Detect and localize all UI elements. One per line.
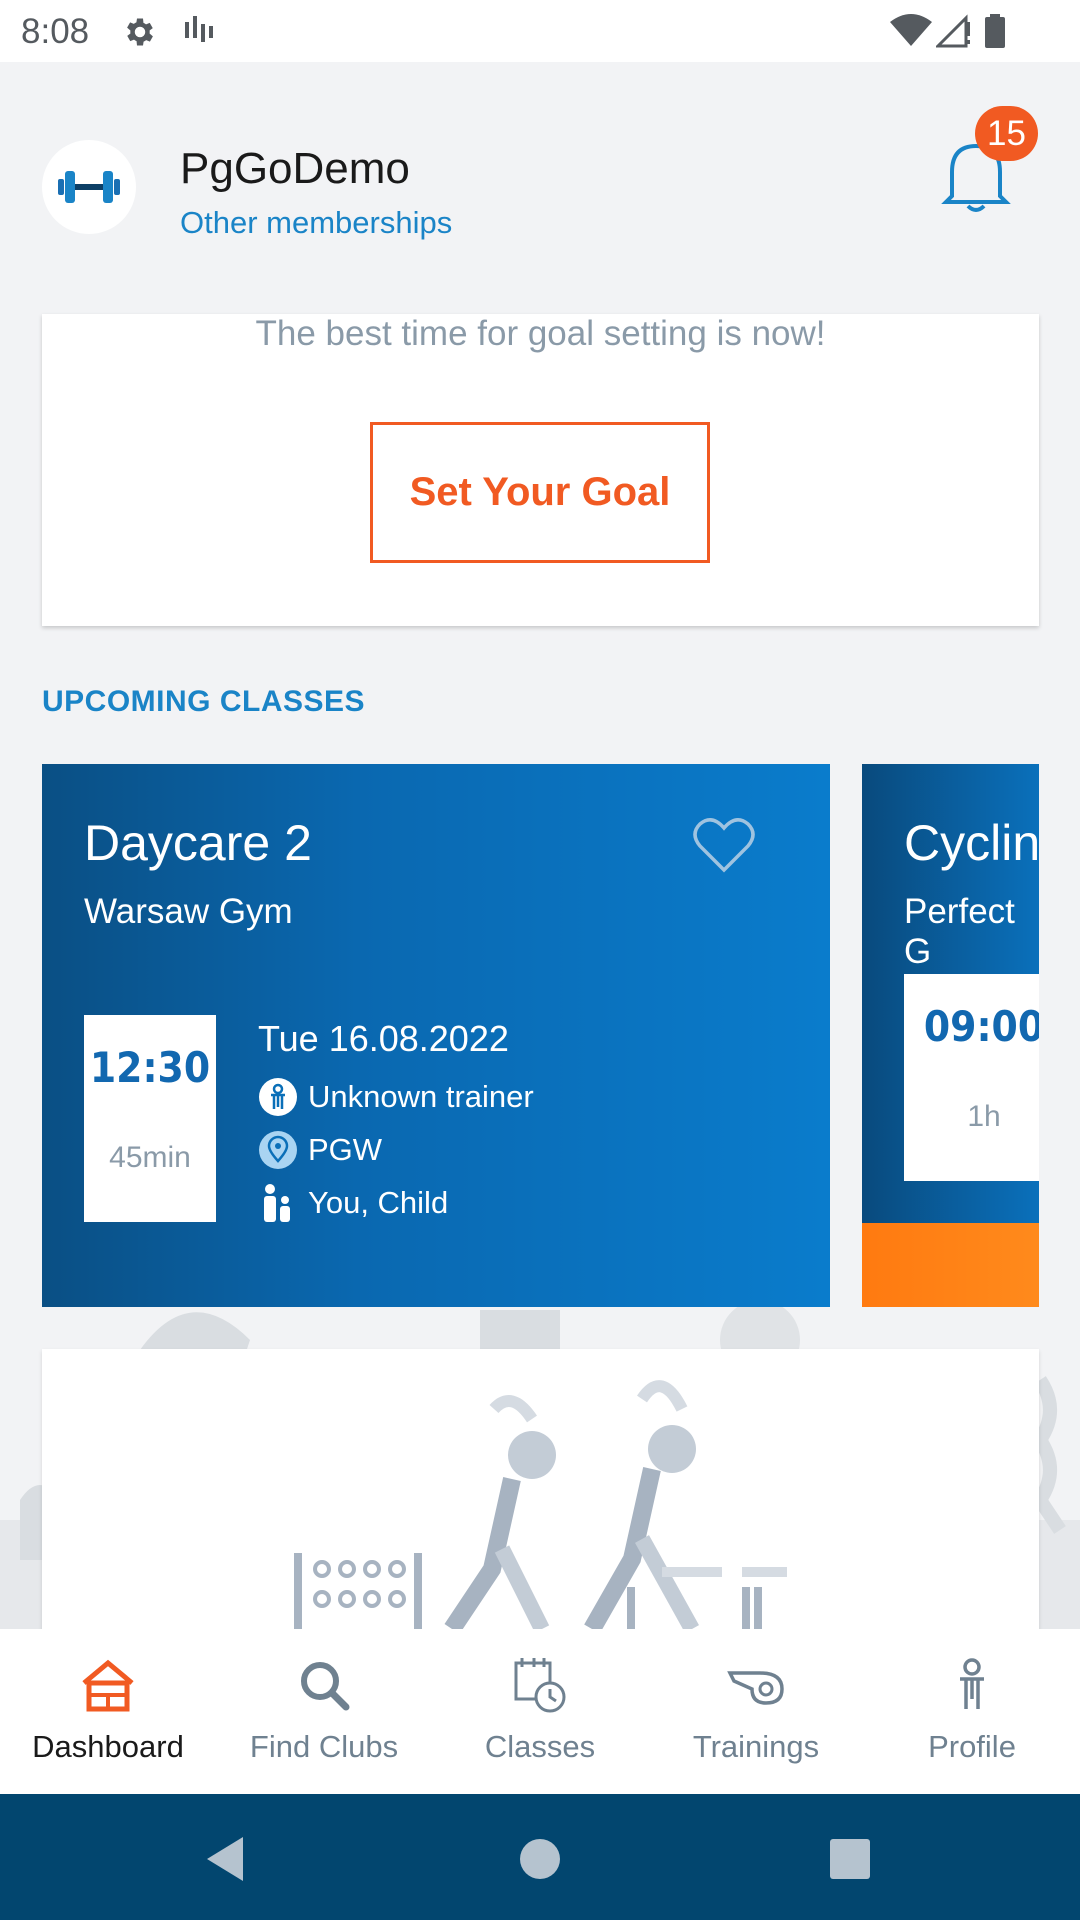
- nav-find-clubs[interactable]: Find Clubs: [216, 1629, 432, 1794]
- notification-badge[interactable]: 15: [975, 106, 1038, 161]
- class-time: 09:00: [923, 1002, 1039, 1051]
- system-navigation-bar: [0, 1794, 1080, 1920]
- dumbbell-icon: [58, 171, 120, 203]
- class-time-box: 09:00 1h: [904, 974, 1039, 1181]
- whistle-icon: [727, 1671, 784, 1705]
- status-bar: 8:08: [0, 0, 1080, 62]
- family-icon: [258, 1183, 298, 1223]
- trainer-name: Unknown trainer: [308, 1079, 534, 1114]
- class-duration: 1h: [967, 1100, 1001, 1133]
- goal-message: The best time for goal setting is now!: [255, 314, 826, 353]
- cellular-icon: [936, 14, 970, 48]
- class-title: Daycare 2: [84, 815, 312, 871]
- nav-profile[interactable]: Profile: [864, 1629, 1080, 1794]
- goal-card: The best time for goal setting is now! S…: [42, 314, 1039, 626]
- calendar-clock-icon: [514, 1658, 566, 1713]
- nav-label: Classes: [484, 1729, 596, 1764]
- class-location: Warsaw Gym: [84, 892, 293, 931]
- class-card[interactable]: Cyclin Perfect G 09:00 1h: [862, 764, 1039, 1307]
- class-title: Cyclin: [904, 815, 1039, 871]
- signal-bars-icon: [185, 16, 213, 42]
- wifi-icon: [890, 14, 932, 46]
- location-pin-icon: [258, 1130, 298, 1170]
- nav-label: Trainings: [692, 1729, 820, 1764]
- gear-icon: [127, 18, 153, 46]
- nav-dashboard[interactable]: Dashboard: [0, 1629, 216, 1794]
- search-icon: [301, 1662, 350, 1711]
- class-date: Tue 16.08.2022: [258, 1018, 509, 1059]
- recents-icon[interactable]: [820, 1829, 880, 1889]
- class-location: Perfect G: [904, 892, 1015, 971]
- header: PgGoDemo Other memberships 15: [0, 62, 1080, 292]
- back-icon[interactable]: [195, 1829, 255, 1889]
- home-icon: [82, 1659, 134, 1712]
- class-time-box: 12:30 45min: [84, 1015, 216, 1222]
- participants: You, Child: [308, 1185, 449, 1220]
- trainer-row: Unknown trainer: [258, 1077, 534, 1117]
- trainer-icon: [258, 1077, 298, 1117]
- workout-illustration: [294, 1380, 787, 1637]
- other-memberships-link[interactable]: Other memberships: [180, 205, 452, 241]
- nav-label: Profile: [928, 1729, 1016, 1764]
- participants-row: You, Child: [258, 1183, 448, 1223]
- class-status-strip: [862, 1223, 1039, 1307]
- person-icon: [960, 1658, 984, 1709]
- place-row: PGW: [258, 1130, 382, 1170]
- promo-illustration-card[interactable]: [42, 1349, 1039, 1639]
- club-avatar[interactable]: [42, 140, 136, 234]
- class-duration: 45min: [109, 1141, 191, 1174]
- class-time: 12:30: [89, 1043, 211, 1092]
- nav-classes[interactable]: Classes: [432, 1629, 648, 1794]
- bottom-navigation: Dashboard Find Clubs Classes Trainings P…: [0, 1629, 1080, 1794]
- nav-label: Dashboard: [32, 1729, 184, 1764]
- nav-trainings[interactable]: Trainings: [648, 1629, 864, 1794]
- battery-icon: [985, 14, 1005, 48]
- set-goal-button[interactable]: Set Your Goal: [370, 422, 710, 563]
- section-title-upcoming-classes: UPCOMING CLASSES: [42, 685, 366, 718]
- home-circle-icon[interactable]: [510, 1829, 570, 1889]
- place-name: PGW: [308, 1132, 383, 1167]
- heart-icon[interactable]: [692, 814, 756, 874]
- status-time: 8:08: [21, 12, 90, 51]
- class-card[interactable]: Daycare 2 Warsaw Gym 12:30 45min Tue 16.…: [42, 764, 830, 1307]
- club-name: PgGoDemo: [180, 144, 410, 193]
- nav-label: Find Clubs: [249, 1729, 399, 1764]
